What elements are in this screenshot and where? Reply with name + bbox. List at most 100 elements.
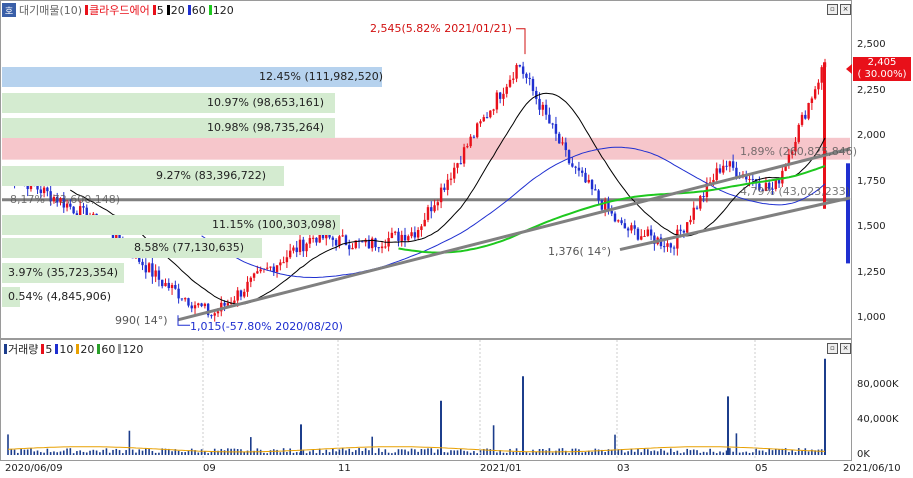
stock-name-legend[interactable]: 클라우드에어: [85, 2, 150, 18]
price-tick: 1,500: [857, 221, 886, 232]
candle-body: [472, 136, 476, 138]
volume-bar: [181, 452, 183, 455]
ma-legend-120[interactable]: 120: [118, 343, 143, 356]
volume-bar: [69, 448, 72, 455]
volume-bar: [801, 450, 803, 455]
candle-body: [223, 302, 226, 306]
volume-bar: [459, 448, 462, 455]
volume-legend: 거래량 5 10 20 60 120: [4, 341, 143, 357]
candle-body: [180, 298, 184, 300]
volume-bar: [715, 453, 718, 455]
volume-bar: [551, 452, 554, 455]
volume-bar: [404, 449, 406, 455]
volume-bar: [727, 396, 729, 455]
candle-body: [377, 247, 380, 249]
volume-bar: [650, 451, 652, 455]
ma-legend-5[interactable]: 5: [152, 4, 164, 17]
volume-bar: [115, 448, 118, 455]
candle-body: [731, 161, 735, 168]
price-tick: 2,500: [857, 39, 886, 50]
candle-body: [541, 104, 545, 110]
volume-bar: [420, 449, 423, 455]
price-legend: 호 대기매물(10) 클라우드에어 5 20 60 120: [2, 2, 234, 18]
volume-bar: [446, 452, 449, 455]
candle-body: [433, 205, 436, 212]
candle-body: [413, 232, 417, 238]
candle-body: [403, 234, 407, 241]
candle-body: [269, 266, 272, 268]
price-tick: 1,250: [857, 266, 886, 278]
ma-legend-60[interactable]: 60: [187, 4, 206, 17]
volume-bar: [99, 452, 101, 455]
candle-body: [528, 77, 531, 79]
restore-icon[interactable]: ▫: [827, 4, 838, 15]
ma-swatch: [118, 344, 122, 354]
volume-bar: [555, 450, 557, 455]
overlap-label-3: 8,17% (73,600,148): [10, 193, 121, 206]
candle-body: [846, 163, 850, 264]
ma-legend-5[interactable]: 5: [41, 343, 52, 356]
volume-bar: [532, 449, 534, 455]
candle-body: [351, 247, 354, 250]
volume-bar: [246, 450, 249, 455]
volume-bar: [82, 451, 85, 455]
volume-bar: [771, 450, 774, 455]
candle-body: [462, 147, 466, 164]
candle-body: [617, 220, 620, 222]
candle-body: [170, 284, 174, 289]
candle-body: [663, 246, 666, 248]
volume-bar: [624, 452, 626, 455]
volume-bar: [59, 451, 62, 455]
candle-body: [384, 246, 387, 248]
candle-body: [407, 236, 410, 241]
volume-pane-controls: ▫ ×: [827, 343, 851, 354]
candle-body: [695, 207, 699, 209]
volume-bar: [92, 449, 95, 455]
volume-bar: [177, 450, 180, 455]
candle-body: [508, 79, 512, 87]
close-icon[interactable]: ×: [840, 343, 851, 354]
candle-body: [725, 165, 728, 167]
volume-bar: [305, 453, 308, 455]
volume-bar: [187, 451, 190, 455]
ma-legend-60[interactable]: 60: [97, 343, 115, 356]
candle-body: [213, 313, 216, 316]
candle-body: [643, 235, 646, 237]
volume-bar: [184, 452, 186, 455]
close-icon[interactable]: ×: [840, 4, 851, 15]
volume-bar: [666, 452, 669, 455]
volume-profile-legend[interactable]: 대기매물(10): [19, 2, 82, 18]
candle-body: [676, 229, 679, 249]
ma-legend-20[interactable]: 20: [166, 4, 185, 17]
ma-legend-10[interactable]: 10: [55, 343, 73, 356]
volume-bar: [820, 449, 823, 455]
volume-bar: [141, 450, 144, 455]
volume-bar: [17, 452, 19, 455]
volume-bar: [519, 452, 521, 455]
volume-bar: [702, 451, 705, 455]
volume-bar: [381, 451, 383, 455]
candle-body: [416, 229, 420, 238]
ma-legend-120[interactable]: 120: [208, 4, 234, 17]
restore-icon[interactable]: ▫: [827, 343, 838, 354]
candle-body: [193, 305, 197, 309]
volume-bar: [10, 449, 13, 455]
volume-bar: [414, 449, 416, 455]
volume-profile-label: 3.97% (35,723,354): [8, 266, 119, 279]
volume-bar: [476, 453, 479, 455]
volume-bar: [430, 448, 433, 455]
date-tick: 2021/06/10: [843, 463, 901, 474]
volume-bar: [663, 450, 666, 455]
volume-bar: [72, 453, 75, 455]
volume-bar: [309, 451, 311, 455]
volume-bar: [774, 449, 777, 455]
candle-body: [505, 86, 508, 94]
ma-legend-20[interactable]: 20: [76, 343, 94, 356]
volume-bar: [505, 452, 508, 455]
ma60-line: [201, 146, 826, 278]
volume-bar: [578, 449, 580, 455]
chart-type-icon[interactable]: 호: [2, 3, 16, 17]
volume-bar: [417, 451, 419, 455]
volume-label[interactable]: 거래량: [8, 341, 38, 357]
volume-bar: [33, 451, 36, 455]
